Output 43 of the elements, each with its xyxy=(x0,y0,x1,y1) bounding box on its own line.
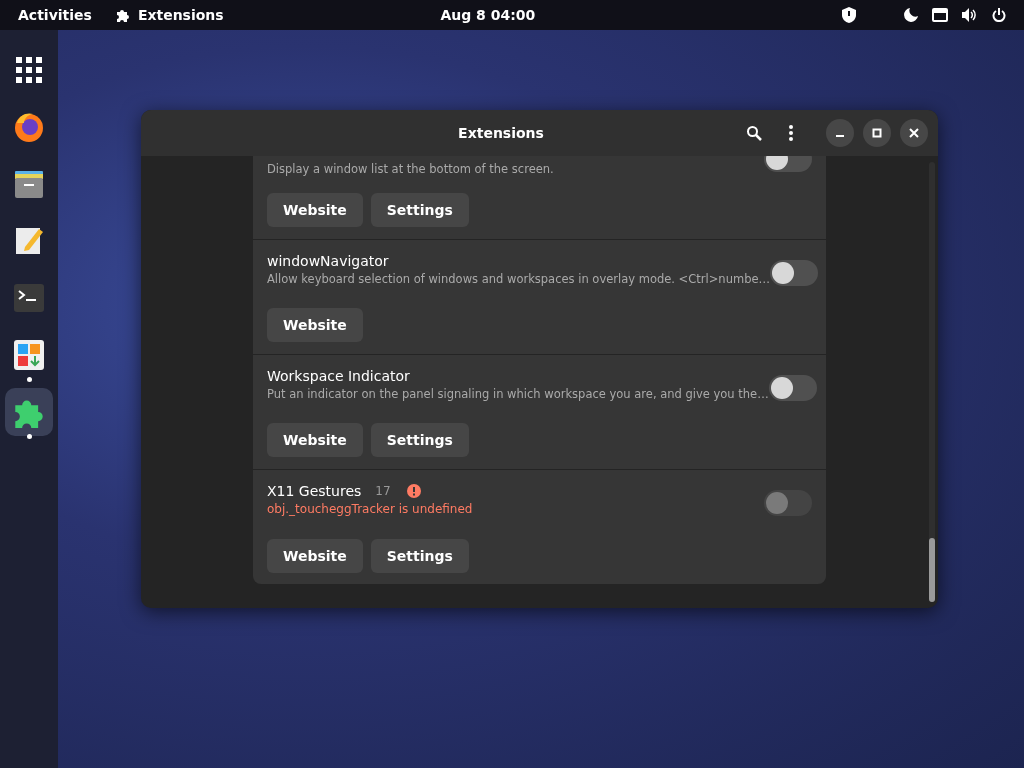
app-store-icon xyxy=(13,339,45,371)
file-cabinet-icon xyxy=(13,168,45,200)
close-icon xyxy=(909,128,919,138)
app-menu[interactable]: Extensions xyxy=(115,4,224,26)
settings-button[interactable]: Settings xyxy=(370,423,469,457)
moon-icon[interactable] xyxy=(904,8,918,22)
display-icon[interactable] xyxy=(932,8,948,22)
extension-name: X11 Gestures xyxy=(267,482,362,500)
toggle-switch[interactable] xyxy=(768,375,817,401)
window-title: Extensions xyxy=(458,124,544,141)
dock-item[interactable] xyxy=(5,388,53,436)
power-icon[interactable] xyxy=(992,8,1006,22)
website-button[interactable]: Website xyxy=(267,308,363,342)
volume-icon[interactable] xyxy=(962,8,978,22)
shield-icon[interactable] xyxy=(842,7,856,23)
fox-globe-icon xyxy=(13,111,45,143)
puzzle-icon xyxy=(115,8,130,22)
scrollbar-thumb[interactable] xyxy=(929,538,935,602)
maximize-button[interactable] xyxy=(863,119,891,147)
extension-name: Workspace Indicator xyxy=(267,367,410,385)
minimize-icon xyxy=(836,135,844,137)
scrollbar[interactable] xyxy=(929,162,935,602)
clock[interactable]: Aug 8 04:00 xyxy=(440,6,536,23)
extension-description: Allow keyboard selection of windows and workspaces in overlay mode. <Ctrl>numbe… xyxy=(267,271,770,288)
kebab-menu-icon xyxy=(789,125,793,141)
extension-description: Put an indicator on the panel signaling in which workspace you are, and give you the… xyxy=(267,386,769,403)
activities-button[interactable]: Activities xyxy=(18,4,92,26)
website-button[interactable]: Website xyxy=(267,193,363,227)
error-message: obj._toucheggTracker is undefined xyxy=(267,501,474,518)
pencil-note-icon xyxy=(13,225,45,257)
search-icon xyxy=(746,125,762,141)
minimize-button[interactable] xyxy=(826,119,854,147)
extension-name: windowNavigator xyxy=(267,252,389,270)
terminal-icon xyxy=(13,282,45,314)
website-button[interactable]: Website xyxy=(267,423,363,457)
toggle-switch[interactable] xyxy=(770,260,818,286)
close-button[interactable] xyxy=(900,119,928,147)
maximize-icon xyxy=(872,128,882,138)
app-grid-icon xyxy=(16,57,42,83)
settings-button[interactable]: Settings xyxy=(370,193,469,227)
error-icon xyxy=(406,484,421,498)
extension-description: Display a window list at the bottom of the screen. xyxy=(267,161,555,178)
version-number: 17 xyxy=(375,483,391,500)
